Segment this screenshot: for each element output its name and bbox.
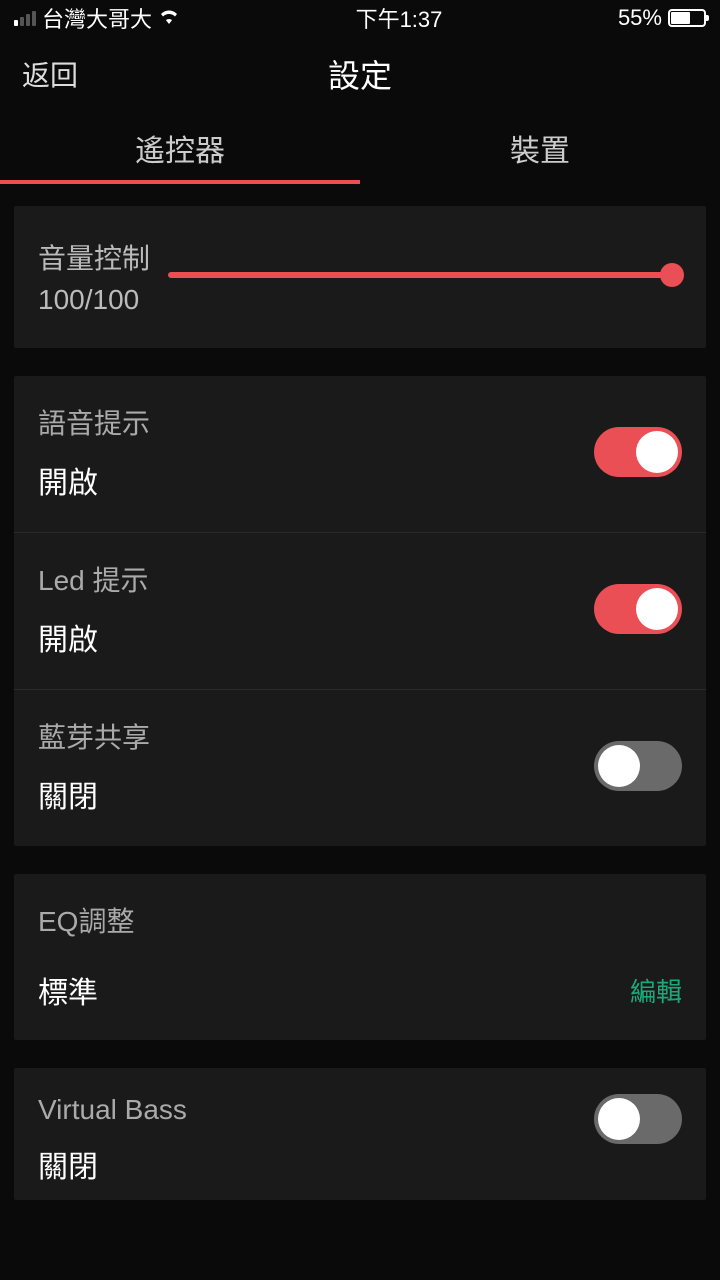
led-prompt-status: 開啟 [38, 615, 149, 659]
page-header: 返回 設定 [0, 36, 720, 112]
status-bar: 台灣大哥大 下午1:37 55% [0, 0, 720, 36]
virtual-bass-item: Virtual Bass 關閉 [14, 1068, 706, 1200]
status-left: 台灣大哥大 [14, 2, 180, 34]
voice-prompt-status: 開啟 [38, 458, 150, 502]
volume-row: 音量控制 100/100 [14, 206, 706, 348]
voice-prompt-item: 語音提示 開啟 [14, 376, 706, 533]
eq-value-row: 標準 編輯 [14, 948, 706, 1040]
bt-share-label: 藍芽共享 [38, 716, 150, 756]
virtual-bass-status: 關閉 [38, 1142, 187, 1186]
virtual-bass-toggle[interactable] [594, 1094, 682, 1144]
toggles-section: 語音提示 開啟 Led 提示 開啟 藍芽共享 關閉 [14, 376, 706, 846]
tabs: 遙控器 裝置 [0, 112, 720, 184]
bt-share-status: 關閉 [38, 772, 150, 816]
page-title: 設定 [328, 51, 392, 97]
led-prompt-item: Led 提示 開啟 [14, 533, 706, 690]
bt-share-toggle[interactable] [594, 741, 682, 791]
led-prompt-toggle[interactable] [594, 584, 682, 634]
status-right: 55% [618, 5, 706, 31]
volume-slider[interactable] [168, 255, 682, 295]
eq-label: EQ調整 [38, 900, 682, 940]
virtual-bass-label: Virtual Bass [38, 1094, 187, 1126]
tab-remote[interactable]: 遙控器 [0, 112, 360, 184]
slider-thumb[interactable] [660, 263, 684, 287]
eq-row: EQ調整 [14, 874, 706, 948]
battery-icon [668, 9, 706, 27]
virtual-bass-section: Virtual Bass 關閉 [14, 1068, 706, 1200]
voice-prompt-label: 語音提示 [38, 402, 150, 442]
eq-value: 標準 [38, 968, 98, 1012]
eq-edit-button[interactable]: 編輯 [630, 972, 682, 1009]
tab-device[interactable]: 裝置 [360, 112, 720, 184]
carrier-text: 台灣大哥大 [42, 2, 152, 34]
status-time: 下午1:37 [356, 2, 443, 34]
voice-prompt-toggle[interactable] [594, 427, 682, 477]
eq-section: EQ調整 標準 編輯 [14, 874, 706, 1040]
back-button[interactable]: 返回 [22, 54, 78, 94]
volume-section: 音量控制 100/100 [14, 206, 706, 348]
signal-icon [14, 11, 36, 26]
volume-label: 音量控制 [38, 234, 150, 284]
battery-percent-text: 55% [618, 5, 662, 31]
bt-share-item: 藍芽共享 關閉 [14, 690, 706, 846]
led-prompt-label: Led 提示 [38, 559, 149, 599]
volume-value: 100/100 [38, 284, 150, 316]
wifi-icon [158, 7, 180, 30]
